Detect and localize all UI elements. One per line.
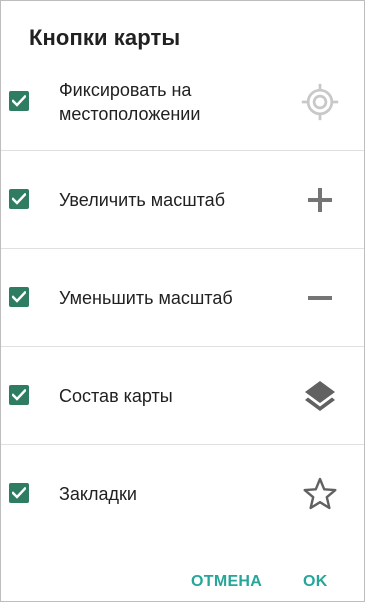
dialog-title: Кнопки карты (29, 25, 181, 50)
checkmark-icon (12, 95, 26, 107)
star-outline-icon (300, 474, 340, 514)
checkbox-bookmarks[interactable] (9, 483, 29, 503)
plus-icon (300, 180, 340, 220)
checkbox-zoom-in[interactable] (9, 189, 29, 209)
checkbox-zoom-out[interactable] (9, 287, 29, 307)
checkmark-icon (12, 487, 26, 499)
checkmark-icon (12, 193, 26, 205)
map-buttons-dialog: Кнопки карты Фиксировать на местоположен… (0, 0, 365, 602)
list-item-label: Состав карты (59, 385, 173, 406)
location-target-icon (300, 82, 340, 122)
layers-icon (300, 376, 340, 416)
dialog-actions: ОТМЕНА OK (1, 561, 364, 601)
list-item-zoom-in[interactable]: Увеличить масштаб (1, 151, 364, 249)
map-buttons-list: Фиксировать на местоположении Увеличить … (1, 53, 364, 542)
checkbox-fix-location[interactable] (9, 91, 29, 111)
list-item-bookmarks[interactable]: Закладки (1, 445, 364, 542)
list-item-label: Фиксировать на местоположении (59, 79, 201, 124)
list-item-map-layers[interactable]: Состав карты (1, 347, 364, 445)
checkbox-map-layers[interactable] (9, 385, 29, 405)
list-item-label: Уменьшить масштаб (59, 287, 233, 308)
checkmark-icon (12, 389, 26, 401)
checkmark-icon (12, 291, 26, 303)
list-item-zoom-out[interactable]: Уменьшить масштаб (1, 249, 364, 347)
list-item-fix-location[interactable]: Фиксировать на местоположении (1, 53, 364, 151)
list-item-label: Закладки (59, 483, 137, 504)
minus-icon (300, 278, 340, 318)
cancel-button[interactable]: ОТМЕНА (191, 573, 262, 591)
ok-button[interactable]: OK (303, 573, 328, 591)
list-item-label: Увеличить масштаб (59, 189, 225, 210)
